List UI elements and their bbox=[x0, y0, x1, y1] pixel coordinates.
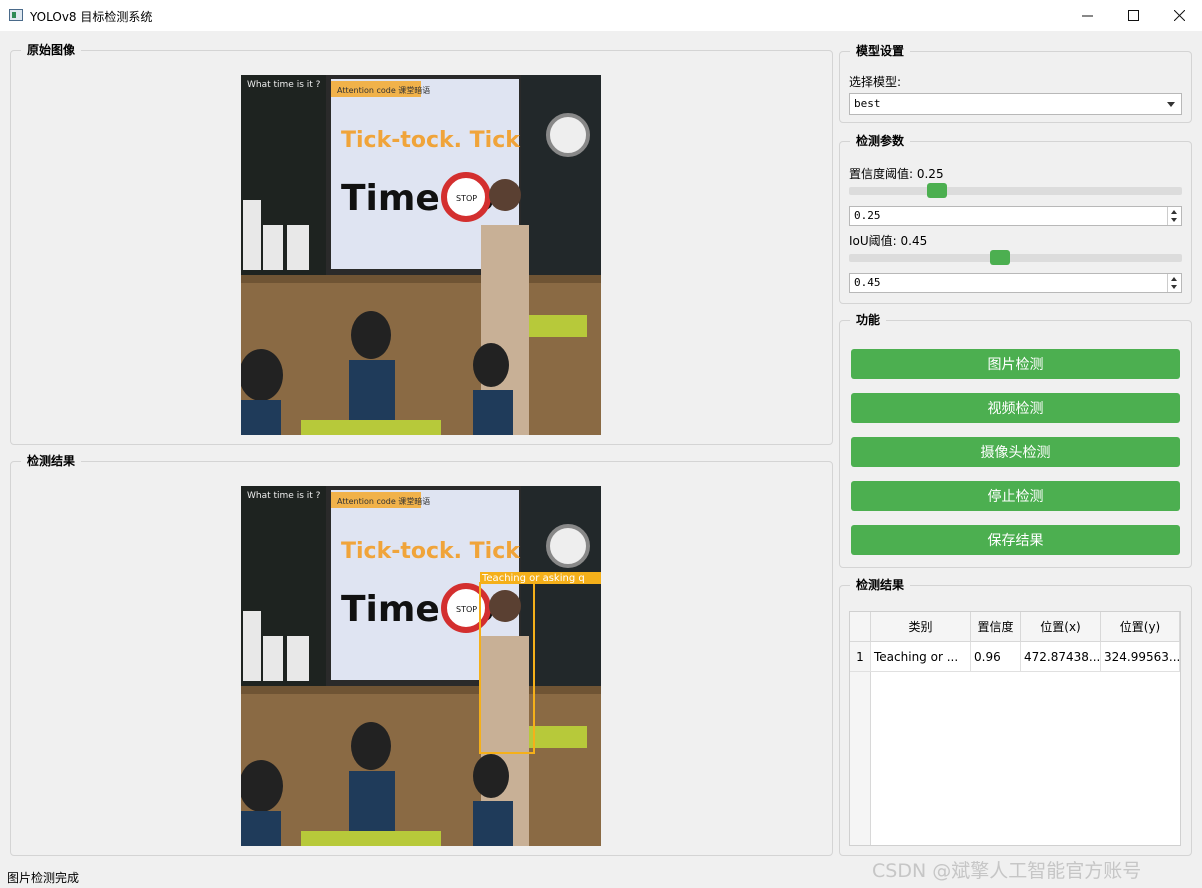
iou-threshold-label: IoU阈值: 0.45 bbox=[849, 234, 928, 248]
results-title: 检测结果 bbox=[850, 577, 911, 593]
iou-spinbox[interactable]: 0.45 bbox=[849, 273, 1182, 293]
detection-params-title: 检测参数 bbox=[850, 133, 911, 149]
results-table[interactable]: 类别 置信度 位置(x) 位置(y) 1 Teaching or ... 0.9… bbox=[849, 611, 1181, 846]
model-select-label: 选择模型: bbox=[849, 75, 902, 89]
column-header[interactable]: 类别 bbox=[871, 612, 971, 642]
maximize-button[interactable] bbox=[1110, 0, 1156, 31]
conf-slider-track[interactable] bbox=[849, 187, 1182, 195]
chevron-down-icon bbox=[1167, 102, 1175, 107]
table-cell-y[interactable]: 324.99563... bbox=[1101, 642, 1180, 672]
image-detect-button[interactable]: 图片检测 bbox=[851, 349, 1180, 379]
stop-text: STOP bbox=[456, 194, 477, 203]
window-title: YOLOv8 目标检测系统 bbox=[30, 10, 153, 24]
spin-down-icon[interactable] bbox=[1171, 285, 1177, 289]
result-image-title: 检测结果 bbox=[21, 453, 82, 469]
app-icon bbox=[9, 9, 23, 21]
camera-detect-button[interactable]: 摄像头检测 bbox=[851, 437, 1180, 467]
spin-up-icon[interactable] bbox=[1171, 277, 1177, 281]
conf-spinbox[interactable]: 0.25 bbox=[849, 206, 1182, 226]
row-header-column bbox=[850, 642, 871, 845]
spin-up-icon[interactable] bbox=[1171, 210, 1177, 214]
table-corner[interactable] bbox=[850, 612, 871, 642]
stop-detect-button[interactable]: 停止检测 bbox=[851, 481, 1180, 511]
conf-spin-buttons[interactable] bbox=[1167, 207, 1181, 225]
maximize-icon bbox=[1127, 10, 1139, 21]
watermark: CSDN @斌擎人工智能官方账号 bbox=[872, 860, 1142, 882]
chalk-text: What time is it ? bbox=[247, 491, 321, 501]
column-header[interactable]: 置信度 bbox=[971, 612, 1021, 642]
save-results-button[interactable]: 保存结果 bbox=[851, 525, 1180, 555]
conf-slider-handle[interactable] bbox=[927, 183, 947, 198]
column-header[interactable]: 位置(x) bbox=[1021, 612, 1101, 642]
badge-text: Attention code 课堂暗语 bbox=[337, 496, 430, 506]
conf-threshold-label: 置信度阈值: 0.25 bbox=[849, 167, 944, 181]
model-settings-title: 模型设置 bbox=[850, 43, 911, 59]
iou-spinbox-value: 0.45 bbox=[854, 276, 881, 289]
iou-slider-handle[interactable] bbox=[990, 250, 1010, 265]
chalk-text: What time is it ? bbox=[247, 80, 321, 90]
functions-title: 功能 bbox=[850, 312, 887, 328]
model-select-value: best bbox=[854, 97, 881, 110]
iou-spin-buttons[interactable] bbox=[1167, 274, 1181, 292]
table-cell-class[interactable]: Teaching or ... bbox=[871, 642, 971, 672]
result-image: What time is it ? Attention code 课堂暗语 Ti… bbox=[241, 486, 601, 846]
table-cell-conf[interactable]: 0.96 bbox=[971, 642, 1021, 672]
model-select[interactable]: best bbox=[849, 93, 1182, 115]
close-icon bbox=[1173, 10, 1185, 21]
video-detect-button[interactable]: 视频检测 bbox=[851, 393, 1180, 423]
status-text: 图片检测完成 bbox=[7, 871, 80, 885]
conf-spinbox-value: 0.25 bbox=[854, 209, 881, 222]
minimize-button[interactable] bbox=[1064, 0, 1110, 31]
original-image-title: 原始图像 bbox=[21, 42, 82, 58]
column-header[interactable]: 位置(y) bbox=[1101, 612, 1180, 642]
iou-slider-track[interactable] bbox=[849, 254, 1182, 262]
spin-down-icon[interactable] bbox=[1171, 218, 1177, 222]
detection-label: Teaching or asking q bbox=[481, 573, 585, 584]
badge-text: Attention code 课堂暗语 bbox=[337, 85, 430, 95]
stop-text: STOP bbox=[456, 605, 477, 614]
table-cell-x[interactable]: 472.87438... bbox=[1021, 642, 1101, 672]
close-button[interactable] bbox=[1156, 0, 1202, 31]
original-image: What time is it ? Attention code 课堂暗语 Ti… bbox=[241, 75, 601, 435]
row-header[interactable]: 1 bbox=[850, 642, 871, 672]
minimize-icon bbox=[1081, 15, 1093, 17]
title-bar: YOLOv8 目标检测系统 bbox=[0, 0, 1202, 31]
